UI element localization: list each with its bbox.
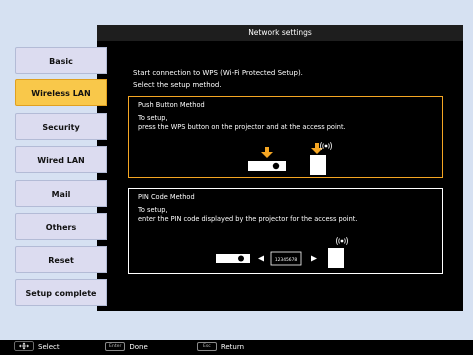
tab-wired-lan[interactable]: Wired LAN	[15, 146, 107, 173]
arrow-right-icon	[311, 255, 317, 262]
pin-code-title: PIN Code Method	[138, 193, 195, 201]
tab-security[interactable]: Security	[15, 113, 107, 140]
footer-select-label: Select	[38, 343, 60, 351]
tab-setup-complete[interactable]: Setup complete	[15, 279, 107, 306]
footer-return-label: Return	[220, 343, 245, 351]
footer-select: Select	[14, 340, 60, 355]
footer-return: Esc Return	[197, 340, 244, 355]
footer-done: Enter Done	[105, 340, 148, 355]
push-button-illustration	[248, 142, 332, 175]
tab-basic[interactable]: Basic	[15, 47, 107, 74]
intro-line-2: Select the setup method.	[133, 81, 222, 89]
access-point-icon	[328, 248, 344, 268]
push-button-line-2: press the WPS button on the projector an…	[138, 123, 346, 131]
footer-bar: Select Enter Done Esc Return	[0, 340, 473, 355]
arrow-left-icon	[258, 255, 264, 262]
tab-wireless-lan[interactable]: Wireless LAN	[15, 79, 107, 106]
esc-key-icon: Esc	[197, 341, 217, 351]
tab-mail[interactable]: Mail	[15, 180, 107, 207]
projector-icon	[248, 161, 286, 171]
move-arrows-icon	[14, 341, 34, 351]
tab-reset[interactable]: Reset	[15, 246, 107, 273]
wireless-signal-icon	[336, 237, 348, 245]
push-button-title: Push Button Method	[138, 101, 205, 109]
window-title: Network settings	[97, 25, 463, 41]
intro-line-1: Start connection to WPS (Wi-Fi Protected…	[133, 69, 303, 77]
pin-code-line-2: enter the PIN code displayed by the proj…	[138, 215, 358, 223]
pin-display-value: 12345678	[275, 257, 298, 263]
pin-code-illustration: 12345678	[216, 237, 348, 268]
pin-code-line-1: To setup,	[138, 205, 168, 214]
access-point-icon	[310, 155, 326, 175]
arrow-down-icon	[261, 147, 273, 158]
projector-icon	[216, 254, 250, 263]
intro-text: Start connection to WPS (Wi-Fi Protected…	[133, 67, 303, 91]
enter-key-icon: Enter	[105, 341, 126, 351]
tab-others[interactable]: Others	[15, 213, 107, 240]
footer-done-label: Done	[129, 343, 148, 351]
push-button-line-1: To setup,	[138, 113, 168, 122]
